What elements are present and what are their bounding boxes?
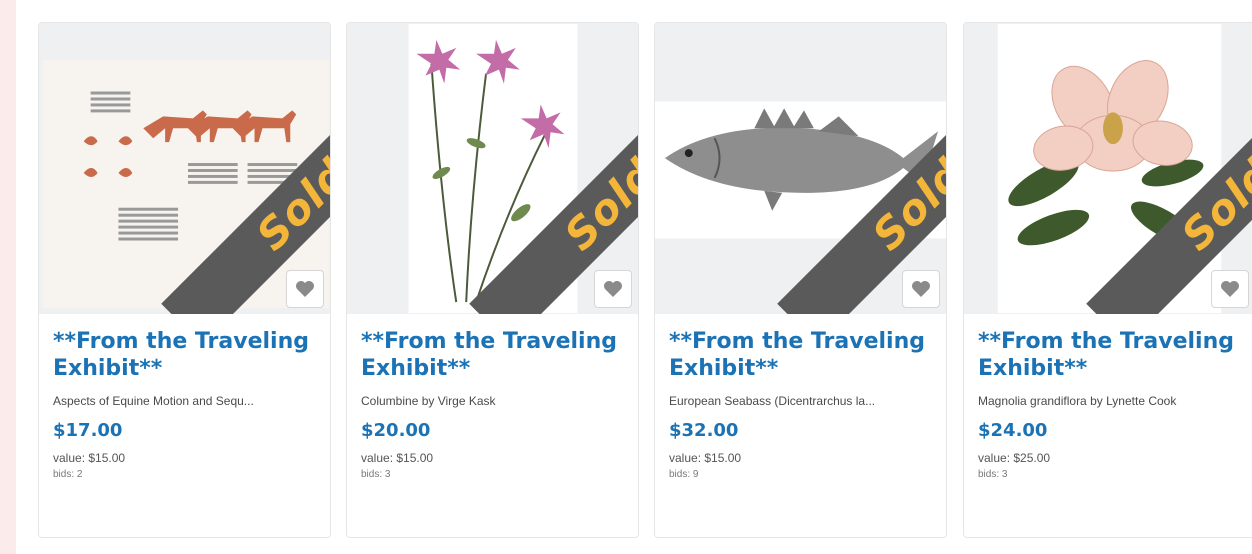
item-subtitle: Magnolia grandiflora by Lynette Cook: [978, 394, 1177, 408]
auction-card[interactable]: Sold! **From the Traveling Exhibit** Col…: [346, 22, 639, 538]
item-image[interactable]: Sold!: [655, 23, 946, 314]
heart-icon: [604, 281, 622, 297]
item-value: value: $15.00: [361, 451, 434, 465]
item-value: value: $25.00: [978, 451, 1051, 465]
item-subtitle: Aspects of Equine Motion and Sequ...: [53, 394, 254, 408]
auction-items-panel: Sold! **From the Traveling Exhibit** Asp…: [16, 0, 1252, 554]
item-price: $17.00: [53, 420, 123, 441]
auction-card[interactable]: Sold! **From the Traveling Exhibit** Eur…: [654, 22, 947, 538]
item-title[interactable]: **From the Traveling Exhibit**: [53, 328, 316, 382]
item-bids: bids: 2: [53, 469, 83, 480]
item-image[interactable]: Sold!: [347, 23, 638, 314]
item-title[interactable]: **From the Traveling Exhibit**: [669, 328, 932, 382]
item-bids: bids: 3: [361, 469, 391, 480]
heart-icon: [1221, 281, 1239, 297]
item-bids: bids: 9: [669, 469, 699, 480]
heart-icon: [296, 281, 314, 297]
item-subtitle: European Seabass (Dicentrarchus la...: [669, 394, 876, 408]
heart-icon: [912, 281, 930, 297]
item-price: $32.00: [669, 420, 739, 441]
auction-card[interactable]: Sold! **From the Traveling Exhibit** Asp…: [38, 22, 331, 538]
item-price: $24.00: [978, 420, 1048, 441]
item-value: value: $15.00: [669, 451, 742, 465]
item-subtitle: Columbine by Virge Kask: [361, 394, 496, 408]
item-price: $20.00: [361, 420, 431, 441]
item-value: value: $15.00: [53, 451, 126, 465]
magnolia-flower-illustration-icon: [964, 23, 1252, 314]
favorite-button[interactable]: [902, 270, 940, 308]
item-image[interactable]: Sold!: [39, 23, 330, 314]
item-image[interactable]: Sold!: [964, 23, 1252, 314]
auction-card[interactable]: Sold! **From the Traveling Exhibit** Mag…: [963, 22, 1252, 538]
item-title[interactable]: **From the Traveling Exhibit**: [361, 328, 624, 382]
favorite-button[interactable]: [594, 270, 632, 308]
item-title[interactable]: **From the Traveling Exhibit**: [978, 328, 1241, 382]
item-bids: bids: 3: [978, 469, 1008, 480]
favorite-button[interactable]: [286, 270, 324, 308]
favorite-button[interactable]: [1211, 270, 1249, 308]
